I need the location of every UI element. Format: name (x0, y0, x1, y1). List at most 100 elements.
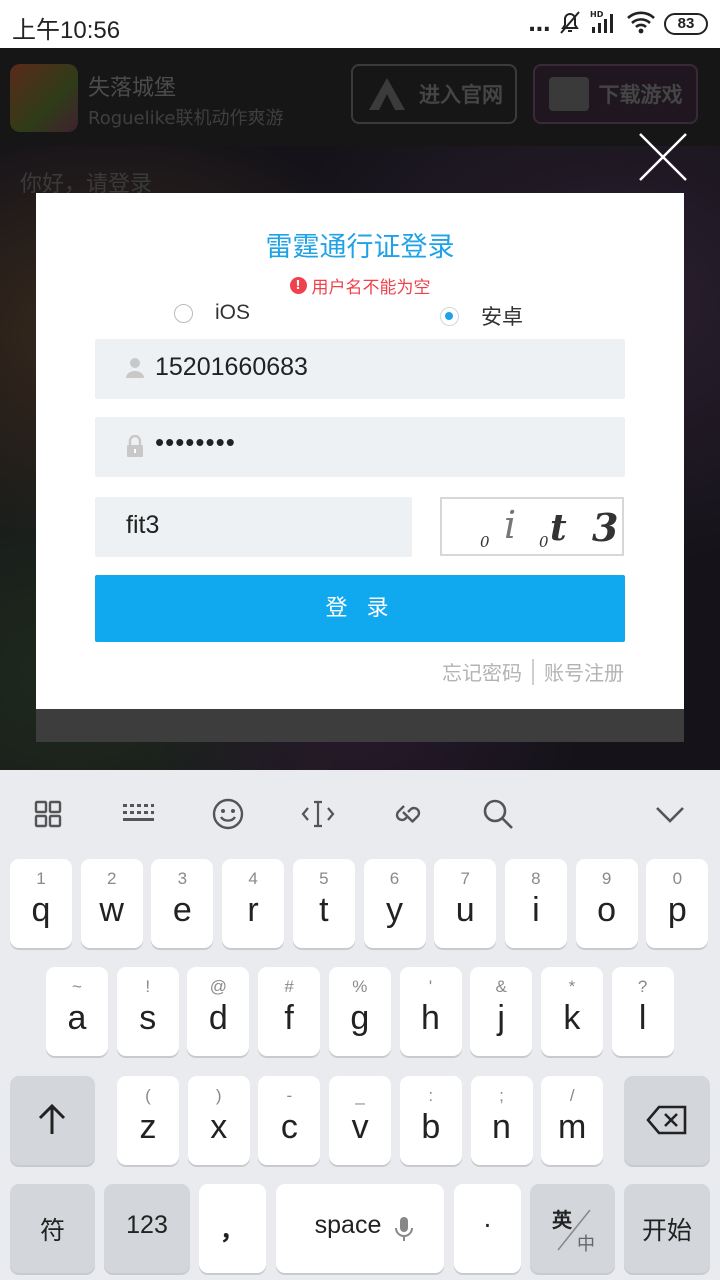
key-hint: * (568, 977, 576, 996)
radio-android-label: 安卓 (481, 306, 523, 329)
key-r[interactable]: 4r (222, 859, 285, 948)
svg-text:HD: HD (590, 10, 604, 19)
key-b[interactable]: :b (399, 1076, 462, 1165)
key-n[interactable]: ; n (470, 1076, 533, 1165)
key-hint: 4 (248, 869, 258, 888)
space-key[interactable]: space (276, 1184, 444, 1273)
radio-android[interactable]: 安卓 (440, 301, 523, 331)
username-field[interactable]: 15201660683 (95, 339, 625, 399)
key-char: e (172, 891, 192, 929)
key-hint: & (495, 977, 507, 996)
symbols-key-label: 符 (39, 1216, 65, 1245)
key-char: d (208, 999, 228, 1037)
key-g[interactable]: % g (328, 967, 391, 1056)
key-c[interactable]: -c (258, 1076, 321, 1165)
key-l[interactable]: ? l (611, 967, 674, 1056)
captcha-char: t (550, 507, 567, 549)
key-u[interactable]: 7u (434, 859, 497, 948)
key-hint: ; (499, 1086, 504, 1105)
radio-ios[interactable]: iOS (174, 301, 250, 325)
key-char: y (386, 891, 403, 929)
key-z[interactable]: (z (117, 1076, 179, 1165)
login-dialog: 雷霆通行证登录 ! 用户名不能为空 iOS 安卓 15201660683 •••… (36, 193, 684, 709)
register-link[interactable]: 账号注册 (544, 657, 624, 686)
key-hint: - (286, 1086, 293, 1105)
link-divider (532, 658, 534, 685)
captcha-char: i (504, 503, 517, 547)
key-y[interactable]: 6y (363, 859, 426, 948)
key-char: c (280, 1108, 298, 1146)
grid-icon[interactable] (30, 796, 66, 832)
key-char: g (350, 999, 370, 1037)
login-button[interactable]: 登 录 (95, 575, 625, 642)
key-h[interactable]: ' h (399, 967, 462, 1056)
key-char: x (210, 1108, 228, 1146)
mute-bell-icon (558, 9, 582, 39)
key-w[interactable]: 2w (80, 859, 143, 948)
key-char: k (563, 999, 581, 1037)
radio-ios-label: iOS (215, 301, 251, 324)
key-i[interactable]: 8i (504, 859, 567, 948)
key-hint: 5 (319, 869, 329, 888)
key-char: b (421, 1108, 441, 1146)
key-j[interactable]: & j (470, 967, 533, 1056)
backspace-key[interactable] (624, 1076, 710, 1165)
battery-icon: 83 (664, 13, 708, 35)
forgot-password-link[interactable]: 忘记密码 (442, 657, 522, 686)
error-text: 用户名不能为空 (311, 278, 431, 298)
password-value: •••••••• (155, 427, 236, 457)
soft-keyboard: 1q2w3e4r5t6y7u8i9o0p ~ a! s @ d # f% g ' h & j * k? l … (0, 770, 720, 1280)
cursor-icon[interactable] (300, 796, 336, 832)
key-a[interactable]: ~ a (46, 967, 108, 1056)
key-hint: 1 (36, 869, 46, 888)
key-e[interactable]: 3e (151, 859, 214, 948)
key-q[interactable]: 1q (10, 859, 72, 948)
key-hint: / (569, 1086, 575, 1105)
key-k[interactable]: * k (540, 967, 603, 1056)
period-key[interactable]: · (454, 1184, 521, 1273)
status-icons: ... HD 83 (528, 9, 708, 39)
captcha-input[interactable]: fit3 (95, 497, 412, 557)
key-v[interactable]: _ v (329, 1076, 392, 1165)
enter-key[interactable]: 开始 (624, 1184, 710, 1273)
backspace-icon (646, 1105, 687, 1135)
key-p[interactable]: 0p (646, 859, 709, 948)
key-f[interactable]: # f (258, 967, 321, 1056)
shift-key[interactable] (10, 1076, 95, 1165)
close-icon[interactable] (636, 130, 690, 184)
key-s[interactable]: ! s (116, 967, 179, 1056)
key-x[interactable]: ) x (187, 1076, 250, 1165)
key-char: v (351, 1108, 369, 1146)
key-t[interactable]: 5t (292, 859, 355, 948)
numbers-key[interactable]: 123 (104, 1184, 190, 1273)
language-switch-key[interactable]: 英 中 (530, 1184, 615, 1273)
key-d[interactable]: @ d (187, 967, 250, 1056)
keyboard-icon[interactable] (120, 796, 156, 832)
key-hint: 6 (389, 869, 400, 888)
hd-signal-icon: HD (590, 9, 618, 39)
enter-key-label: 开始 (641, 1216, 692, 1245)
more-dots-icon: ... (527, 11, 551, 37)
microphone-icon (395, 1217, 413, 1241)
download-game-button[interactable]: 下载游戏 (533, 64, 698, 124)
password-field[interactable]: •••••••• (95, 417, 625, 477)
key-char: u (455, 891, 475, 929)
key-m[interactable]: / m (541, 1076, 604, 1165)
key-hint: 7 (460, 869, 470, 888)
key-char: q (31, 891, 51, 929)
game-icon (10, 64, 78, 132)
key-o[interactable]: 9o (575, 859, 638, 948)
key-hint: ' (428, 977, 433, 996)
radio-android-circle[interactable] (440, 306, 459, 326)
captcha-image[interactable]: 0 i 0 t 3 (440, 497, 624, 556)
key-hint: 8 (531, 869, 541, 888)
symbols-key[interactable]: 符 (10, 1184, 95, 1273)
username-value: 15201660683 (155, 353, 308, 381)
clip-icon[interactable] (390, 796, 426, 832)
comma-key[interactable]: ， (199, 1184, 266, 1273)
collapse-icon[interactable] (652, 796, 688, 832)
official-site-button[interactable]: 进入官网 (351, 64, 517, 124)
search-icon[interactable] (480, 796, 516, 832)
radio-ios-circle[interactable] (174, 303, 193, 323)
emoji-icon[interactable] (210, 796, 246, 832)
